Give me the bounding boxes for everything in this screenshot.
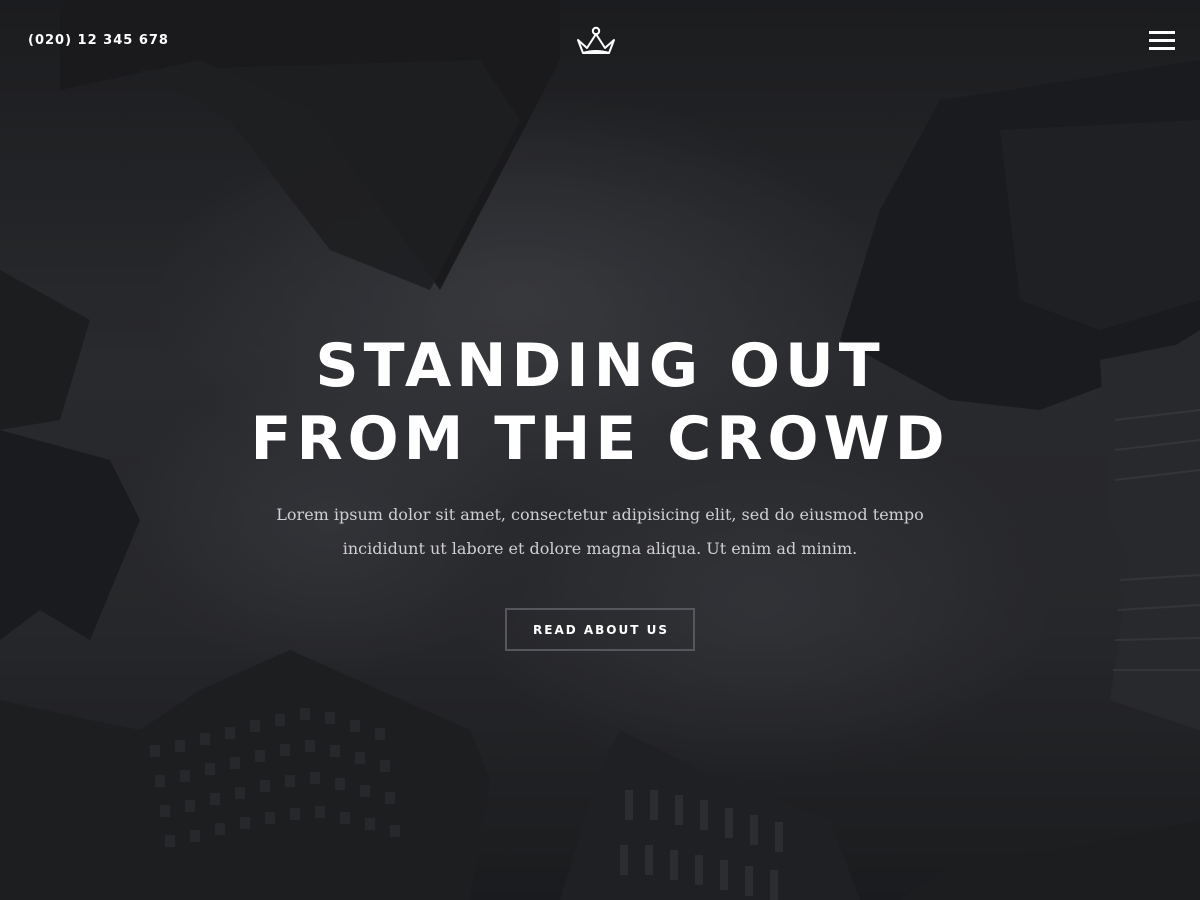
headline-line-1: STANDING OUT: [315, 331, 885, 401]
menu-bar-top: [1149, 31, 1175, 34]
hamburger-menu-icon[interactable]: [1146, 28, 1176, 54]
read-about-us-button[interactable]: READ ABOUT US: [505, 608, 695, 651]
menu-bar-middle: [1149, 39, 1175, 42]
hero-headline: STANDING OUT FROM THE CROWD: [0, 330, 1200, 476]
hero-subtitle: Lorem ipsum dolor sit amet, consectetur …: [276, 505, 924, 558]
phone-number-link[interactable]: (020) 12 345 678: [28, 33, 169, 48]
hero-section: (020) 12 345 678 STANDING OUT FROM THE C…: [0, 0, 1200, 900]
menu-bar-bottom: [1149, 47, 1175, 50]
headline-line-2: FROM THE CROWD: [250, 404, 950, 474]
crown-icon[interactable]: [575, 24, 617, 58]
hero-content: STANDING OUT FROM THE CROWD Lorem ipsum …: [0, 330, 1200, 651]
